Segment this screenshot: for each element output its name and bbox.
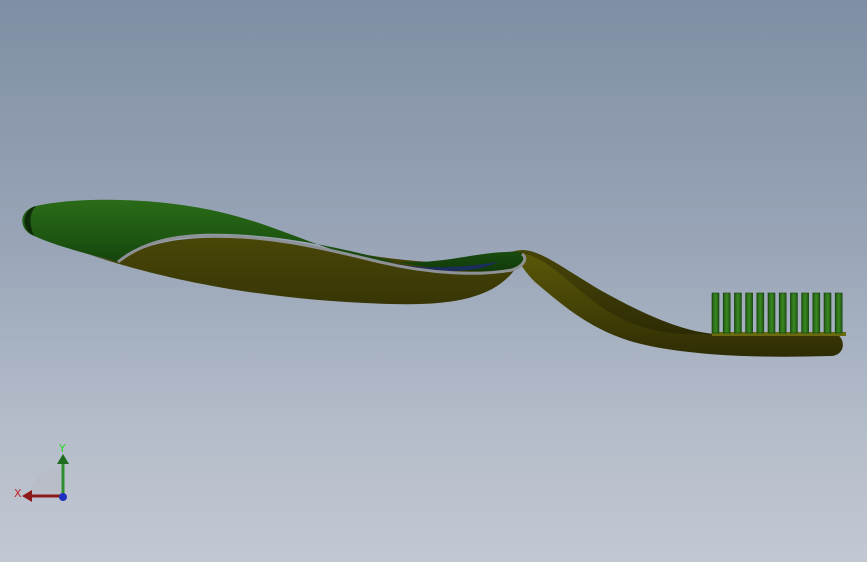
view-triad: Y X (14, 442, 69, 502)
bristle-tuft (711, 292, 720, 334)
bristle-tuft (801, 292, 809, 334)
bristle-tuft (734, 292, 742, 334)
triad-x-label: X (14, 487, 22, 500)
bristle-tuft (722, 292, 731, 334)
bristle-tuft (745, 292, 753, 334)
bristle-tuft (790, 292, 798, 334)
bristle-tuft (834, 292, 843, 334)
triad-y-label: Y (58, 442, 66, 455)
bristle-tuft (756, 292, 765, 334)
bristle-tuft (823, 292, 832, 334)
triad-plane-shading (28, 467, 63, 496)
z-axis-dot (59, 493, 67, 501)
bristle-tuft (778, 292, 787, 334)
bristle-tufts (711, 292, 843, 334)
bristle-tuft (812, 292, 821, 334)
bristle-tuft (767, 292, 776, 334)
y-arrowhead (57, 454, 69, 464)
graphics-viewport[interactable]: Y X (0, 0, 867, 562)
toothbrush-model[interactable] (0, 0, 867, 562)
x-arrowhead (22, 490, 32, 502)
